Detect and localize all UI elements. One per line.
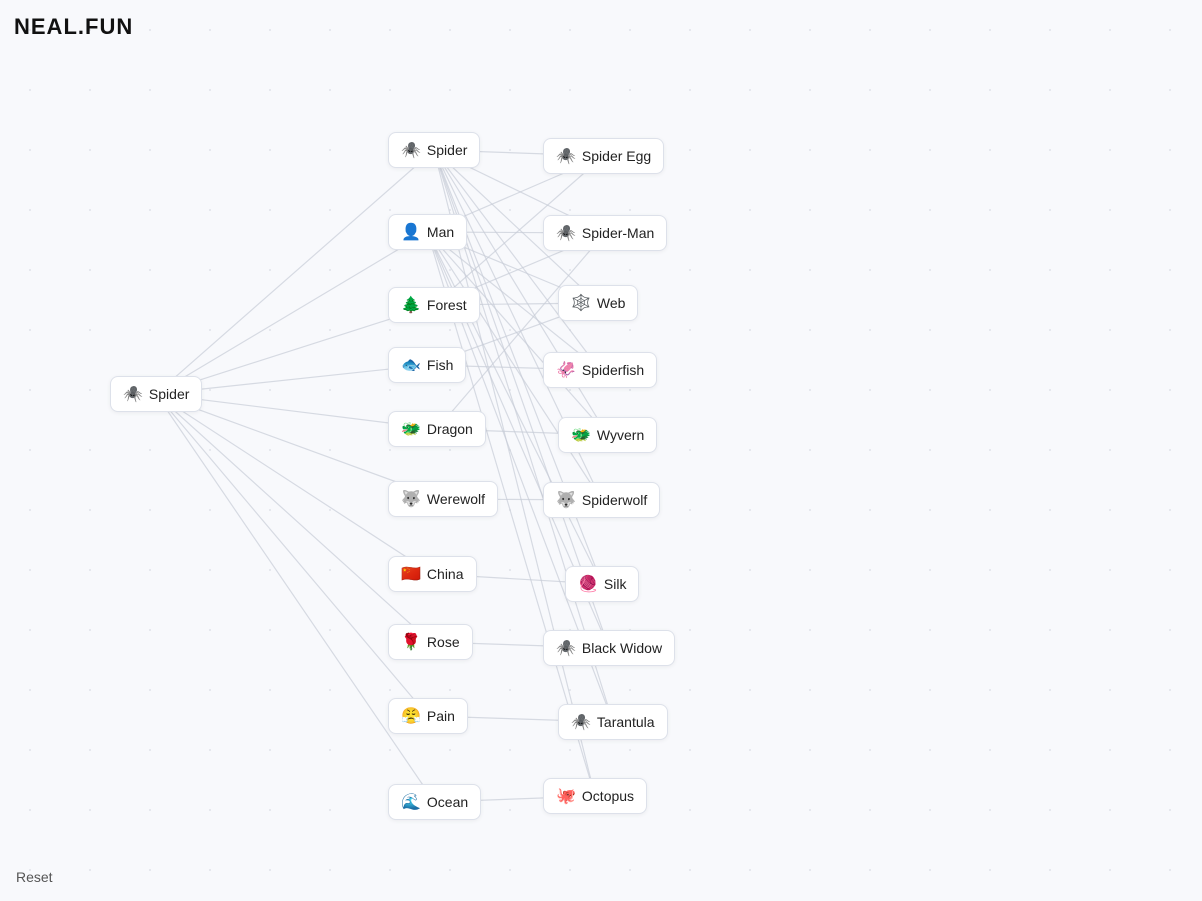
node-spider_man[interactable]: 🕷️ Spider-Man [543, 215, 667, 251]
node-spider_left[interactable]: 🕷️ Spider [110, 376, 202, 412]
node-label-black_widow: Black Widow [582, 640, 662, 656]
node-label-wyvern: Wyvern [597, 427, 644, 443]
node-black_widow[interactable]: 🕷️ Black Widow [543, 630, 675, 666]
node-emoji-spider_egg: 🕷️ [556, 146, 576, 166]
node-emoji-dragon: 🐲 [401, 419, 421, 439]
node-label-fish: Fish [427, 357, 453, 373]
node-emoji-rose: 🌹 [401, 632, 421, 652]
node-label-tarantula: Tarantula [597, 714, 655, 730]
node-spider_egg[interactable]: 🕷️ Spider Egg [543, 138, 664, 174]
logo: NEAL.FUN [14, 14, 133, 40]
node-emoji-wyvern: 🐲 [571, 425, 591, 445]
node-fish[interactable]: 🐟 Fish [388, 347, 466, 383]
node-emoji-black_widow: 🕷️ [556, 638, 576, 658]
node-rose[interactable]: 🌹 Rose [388, 624, 473, 660]
node-label-china: China [427, 566, 464, 582]
node-web[interactable]: 🕸️ Web [558, 285, 638, 321]
node-emoji-spider_top: 🕷️ [401, 140, 421, 160]
node-spider_top[interactable]: 🕷️ Spider [388, 132, 480, 168]
node-label-octopus: Octopus [582, 788, 634, 804]
node-label-spider_man: Spider-Man [582, 225, 654, 241]
node-emoji-tarantula: 🕷️ [571, 712, 591, 732]
node-emoji-pain: 😤 [401, 706, 421, 726]
node-emoji-spider_man: 🕷️ [556, 223, 576, 243]
reset-button[interactable]: Reset [16, 869, 53, 885]
node-label-silk: Silk [604, 576, 627, 592]
node-emoji-ocean: 🌊 [401, 792, 421, 812]
node-ocean[interactable]: 🌊 Ocean [388, 784, 481, 820]
node-label-rose: Rose [427, 634, 460, 650]
node-label-spider_top: Spider [427, 142, 467, 158]
connection-spider_left-pain [156, 394, 428, 716]
connection-spider_top-spiderfish [434, 150, 600, 370]
node-emoji-man: 👤 [401, 222, 421, 242]
node-label-spider_egg: Spider Egg [582, 148, 651, 164]
connection-man-wyvern [428, 232, 608, 435]
node-label-dragon: Dragon [427, 421, 473, 437]
node-label-ocean: Ocean [427, 794, 468, 810]
node-emoji-spider_left: 🕷️ [123, 384, 143, 404]
node-label-spiderwolf: Spiderwolf [582, 492, 647, 508]
node-label-werewolf: Werewolf [427, 491, 485, 507]
node-china[interactable]: 🇨🇳 China [388, 556, 477, 592]
node-emoji-werewolf: 🐺 [401, 489, 421, 509]
node-label-spider_left: Spider [149, 386, 189, 402]
node-label-web: Web [597, 295, 626, 311]
node-label-forest: Forest [427, 297, 467, 313]
node-emoji-spiderfish: 🦑 [556, 360, 576, 380]
node-dragon[interactable]: 🐲 Dragon [388, 411, 486, 447]
connection-dragon-spider_man [437, 233, 605, 429]
node-label-spiderfish: Spiderfish [582, 362, 644, 378]
node-label-man: Man [427, 224, 454, 240]
node-emoji-spiderwolf: 🐺 [556, 490, 576, 510]
node-spiderfish[interactable]: 🦑 Spiderfish [543, 352, 657, 388]
connection-spider_left-man [156, 232, 428, 394]
node-emoji-fish: 🐟 [401, 355, 421, 375]
node-emoji-china: 🇨🇳 [401, 564, 421, 584]
node-werewolf[interactable]: 🐺 Werewolf [388, 481, 498, 517]
node-wyvern[interactable]: 🐲 Wyvern [558, 417, 657, 453]
connection-spider_left-ocean [156, 394, 435, 802]
node-emoji-octopus: 🐙 [556, 786, 576, 806]
node-spiderwolf[interactable]: 🐺 Spiderwolf [543, 482, 660, 518]
node-emoji-silk: 🧶 [578, 574, 598, 594]
node-label-pain: Pain [427, 708, 455, 724]
node-emoji-web: 🕸️ [571, 293, 591, 313]
node-tarantula[interactable]: 🕷️ Tarantula [558, 704, 668, 740]
node-silk[interactable]: 🧶 Silk [565, 566, 639, 602]
node-man[interactable]: 👤 Man [388, 214, 467, 250]
node-emoji-forest: 🌲 [401, 295, 421, 315]
node-pain[interactable]: 😤 Pain [388, 698, 468, 734]
node-octopus[interactable]: 🐙 Octopus [543, 778, 647, 814]
node-forest[interactable]: 🌲 Forest [388, 287, 480, 323]
